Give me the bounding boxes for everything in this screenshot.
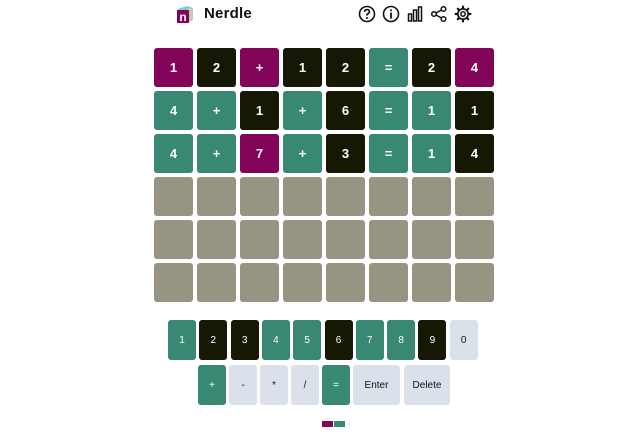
settings-icon[interactable] xyxy=(454,5,472,23)
empty-tile xyxy=(326,177,365,216)
footer-logo xyxy=(322,414,346,427)
help-icon[interactable] xyxy=(358,5,376,23)
empty-tile xyxy=(326,220,365,259)
board-tile: 4 xyxy=(455,134,494,173)
empty-tile xyxy=(283,263,322,302)
empty-tile xyxy=(455,177,494,216)
board-tile: 1 xyxy=(283,48,322,87)
key-9[interactable]: 9 xyxy=(418,320,447,360)
board-tile: 6 xyxy=(326,91,365,130)
board-tile: 1 xyxy=(240,91,279,130)
board-tile: 3 xyxy=(326,134,365,173)
empty-tile xyxy=(369,220,408,259)
key-divide[interactable]: / xyxy=(291,365,319,405)
empty-tile xyxy=(197,220,236,259)
key-8[interactable]: 8 xyxy=(387,320,416,360)
board-tile: 2 xyxy=(197,48,236,87)
board-tile: + xyxy=(283,91,322,130)
board-tile: = xyxy=(369,48,408,87)
key-0[interactable]: 0 xyxy=(449,320,478,360)
empty-tile xyxy=(283,177,322,216)
stats-icon[interactable] xyxy=(406,5,424,23)
board-tile: 1 xyxy=(455,91,494,130)
board-tile: = xyxy=(369,91,408,130)
board-tile: + xyxy=(240,48,279,87)
empty-tile xyxy=(455,220,494,259)
empty-tile xyxy=(240,177,279,216)
key-6[interactable]: 6 xyxy=(324,320,353,360)
board-tile: 2 xyxy=(412,48,451,87)
board-tile: 4 xyxy=(154,91,193,130)
board-tile: 1 xyxy=(154,48,193,87)
empty-tile xyxy=(412,177,451,216)
board-tile: = xyxy=(369,134,408,173)
empty-tile xyxy=(369,177,408,216)
nerdle-logo: n xyxy=(174,4,196,24)
board-tile: 1 xyxy=(412,134,451,173)
key-enter[interactable]: Enter xyxy=(353,365,400,405)
key-5[interactable]: 5 xyxy=(293,320,322,360)
empty-tile xyxy=(326,263,365,302)
key-2[interactable]: 2 xyxy=(199,320,228,360)
empty-tile xyxy=(455,263,494,302)
board-tile: 1 xyxy=(412,91,451,130)
key-1[interactable]: 1 xyxy=(168,320,196,360)
key-delete[interactable]: Delete xyxy=(404,365,450,405)
empty-tile xyxy=(154,263,193,302)
board-tile: 4 xyxy=(455,48,494,87)
svg-text:n: n xyxy=(179,10,186,24)
empty-tile xyxy=(154,220,193,259)
key-plus[interactable]: + xyxy=(198,365,226,405)
empty-tile xyxy=(240,263,279,302)
empty-tile xyxy=(412,263,451,302)
board-tile: 2 xyxy=(326,48,365,87)
game-board: 1 2 +1 2 = 2 4 4 +1 +6 = 1 1 4 +7 +3 = 1 4 xyxy=(154,48,494,302)
key-minus[interactable]: - xyxy=(229,365,257,405)
empty-tile xyxy=(197,177,236,216)
empty-tile xyxy=(154,177,193,216)
board-tile: + xyxy=(197,91,236,130)
board-tile: 4 xyxy=(154,134,193,173)
empty-tile xyxy=(412,220,451,259)
key-3[interactable]: 3 xyxy=(230,320,259,360)
key-equals[interactable]: = xyxy=(322,365,350,405)
page-title: Nerdle xyxy=(204,5,252,22)
board-tile: + xyxy=(197,134,236,173)
board-tile: 7 xyxy=(240,134,279,173)
board-tile: + xyxy=(283,134,322,173)
empty-tile xyxy=(240,220,279,259)
empty-tile xyxy=(197,263,236,302)
info-icon[interactable] xyxy=(382,5,400,23)
empty-tile xyxy=(283,220,322,259)
key-multiply[interactable]: * xyxy=(260,365,288,405)
key-7[interactable]: 7 xyxy=(355,320,384,360)
empty-tile xyxy=(369,263,408,302)
key-4[interactable]: 4 xyxy=(261,320,290,360)
share-icon[interactable] xyxy=(430,5,448,23)
